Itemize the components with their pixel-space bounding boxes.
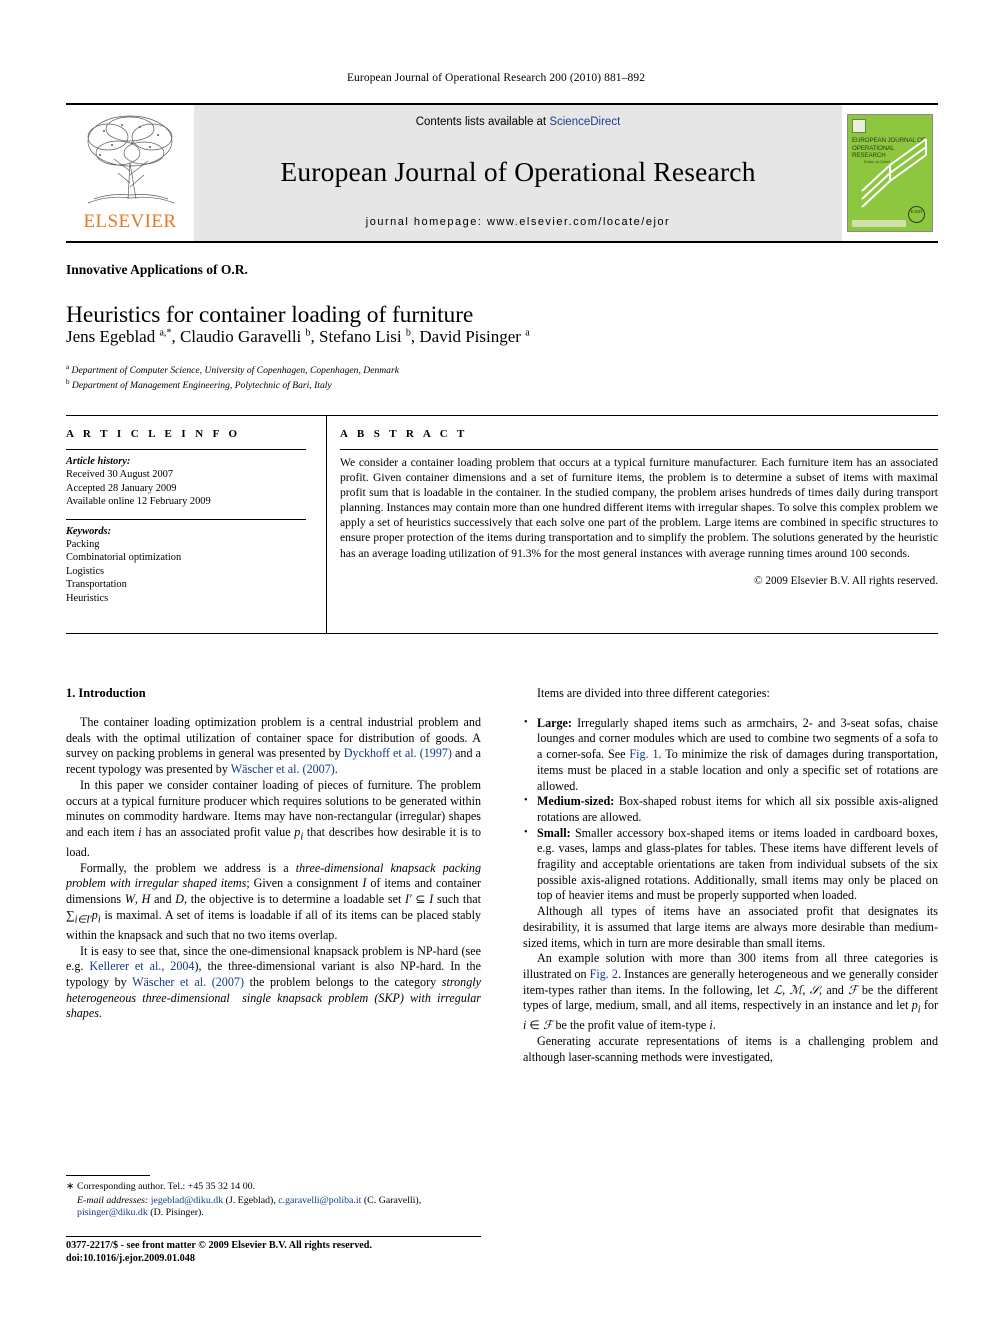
article-info-heading: A R T I C L E I N F O — [66, 428, 241, 440]
body-column-right: Items are divided into three different c… — [523, 686, 938, 1066]
cover-footer-bar — [852, 220, 906, 227]
abstract-column: A B S T R A C T We consider a container … — [340, 428, 938, 587]
elsevier-logo: ELSEVIER — [66, 105, 194, 241]
corresponding-author-note: Corresponding author. Tel.: +45 35 32 14… — [66, 1181, 486, 1194]
abstract-text: We consider a container loading problem … — [340, 456, 938, 560]
imprint-doi[interactable]: doi:10.1016/j.ejor.2009.01.048 — [66, 1252, 496, 1265]
footnote-rule — [66, 1175, 150, 1176]
info-panel-top-rule — [66, 415, 938, 416]
abstract-copyright: © 2009 Elsevier B.V. All rights reserved… — [754, 574, 938, 587]
journal-cover-thumbnail[interactable]: EUROPEAN JOURNAL OF OPERATIONAL RESEARCH… — [842, 105, 938, 241]
keyword-item: Logistics — [66, 565, 105, 577]
elsevier-tree-icon — [87, 115, 175, 204]
article-info-rule-2 — [66, 518, 306, 520]
paragraph: Although all types of items have an asso… — [523, 904, 938, 950]
article-title: Heuristics for container loading of furn… — [66, 301, 474, 328]
article-history-label: Article history: — [66, 456, 131, 467]
article-info-rule-1 — [66, 449, 306, 450]
paragraph: Items are divided into three different c… — [537, 686, 770, 700]
history-item: Accepted 28 January 2009 — [66, 482, 177, 494]
paragraph: The container loading optimization probl… — [66, 715, 481, 777]
elsevier-wordmark: ELSEVIER — [83, 211, 177, 232]
history-item: Received 30 August 2007 — [66, 469, 174, 481]
cover-image: EUROPEAN JOURNAL OF OPERATIONAL RESEARCH… — [847, 114, 933, 232]
paragraph: In this paper we consider container load… — [66, 777, 481, 860]
email-addresses-note: E-mail addresses: jegeblad@diku.dk (J. E… — [66, 1195, 486, 1220]
list-item: Large: Irregularly shaped items such as … — [523, 715, 938, 795]
affiliation-b: b Department of Management Engineering, … — [66, 377, 332, 391]
imprint-front-matter: 0377-2217/$ - see front matter © 2009 El… — [66, 1240, 373, 1251]
footnote-block: Corresponding author. Tel.: +45 35 32 14… — [66, 1181, 486, 1220]
paragraph: An example solution with more than 300 i… — [523, 951, 939, 1033]
article-info-column: A R T I C L E I N F O Article history: R… — [66, 428, 306, 615]
email-label: E-mail addresses: — [77, 1194, 149, 1206]
journal-masthead: ELSEVIER Contents lists available at Sci… — [66, 103, 938, 243]
introduction-heading: 1. Introduction — [66, 686, 146, 700]
contents-available-line: Contents lists available at ScienceDirec… — [416, 116, 621, 128]
journal-section-label: Innovative Applications of O.R. — [66, 262, 248, 277]
body-column-left: 1. Introduction The container loading op… — [66, 686, 481, 1022]
imprint-block: 0377-2217/$ - see front matter © 2009 El… — [66, 1239, 496, 1265]
list-item: Small: Smaller accessory box-shaped item… — [523, 825, 938, 905]
paragraph: Generating accurate representations of i… — [523, 1034, 938, 1064]
article-first-page: European Journal of Operational Research… — [0, 0, 992, 1323]
running-head: European Journal of Operational Research… — [346, 72, 646, 84]
keywords-label: Keywords: — [66, 525, 112, 537]
journal-title: European Journal of Operational Research — [280, 156, 756, 187]
list-item: Medium-sized: Box-shaped robust items fo… — [523, 793, 938, 825]
paragraph: It is easy to see that, since the one-di… — [66, 943, 481, 1021]
journal-band: Contents lists available at ScienceDirec… — [194, 105, 842, 241]
item-category-list: Large: Irregularly shaped items such as … — [523, 715, 938, 905]
abstract-heading: A B S T R A C T — [340, 428, 468, 440]
keyword-item: Packing — [66, 539, 100, 551]
history-item: Available online 12 February 2009 — [66, 496, 211, 508]
info-panel-bottom-rule — [66, 633, 938, 634]
affiliation-a: a Department of Computer Science, Univer… — [66, 363, 399, 377]
info-abstract-divider — [326, 415, 327, 633]
journal-homepage-line[interactable]: journal homepage: www.elsevier.com/locat… — [366, 216, 670, 228]
imprint-rule — [66, 1236, 481, 1237]
keywords-block: Keywords: Packing Combinatorial optimiza… — [66, 525, 306, 605]
keyword-item: Transportation — [66, 579, 127, 591]
cover-circle-logo: EJOR — [908, 206, 925, 223]
paragraph: Formally, the problem we address is a th… — [66, 860, 482, 942]
keyword-item: Heuristics — [66, 592, 109, 604]
contents-prefix: Contents lists available at — [415, 116, 550, 128]
author-list: Jens Egeblad a,*, Claudio Garavelli b, S… — [66, 327, 530, 346]
sciencedirect-link[interactable]: ScienceDirect — [549, 116, 620, 128]
abstract-rule — [340, 449, 938, 450]
keyword-item: Combinatorial optimization — [66, 552, 182, 564]
affiliation-list: a Department of Computer Science, Univer… — [66, 362, 399, 391]
article-history: Article history: Received 30 August 2007… — [66, 455, 306, 509]
